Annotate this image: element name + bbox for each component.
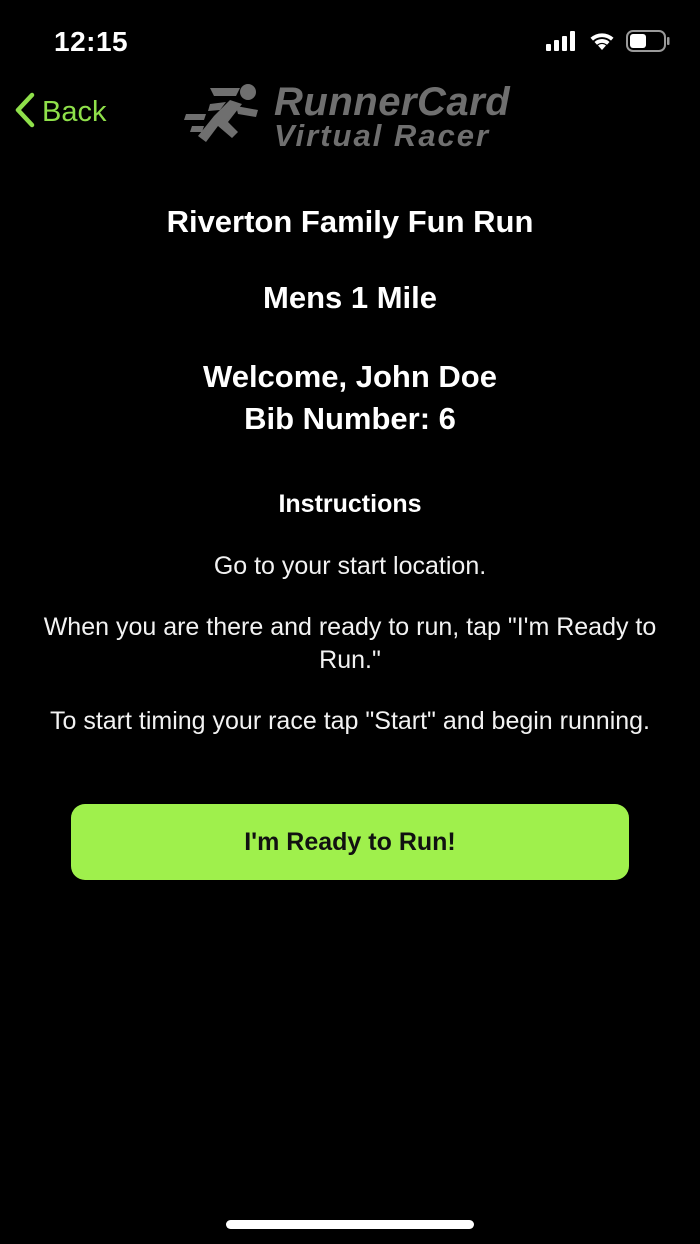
runner-welcome: Welcome, John Doe Bib Number: 6 [0,356,700,440]
back-button[interactable]: Back [14,92,106,133]
runner-icon [180,80,272,155]
ready-to-run-button[interactable]: I'm Ready to Run! [71,804,629,880]
event-title: Riverton Family Fun Run [166,204,534,239]
status-bar: 12:15 [0,0,700,80]
chevron-left-icon [14,92,36,133]
race-name: Mens 1 Mile [263,280,437,315]
status-time: 12:15 [54,26,129,57]
instruction-item: To start timing your race tap "Start" an… [49,707,650,735]
logo-subtitle: Virtual Racer [274,118,491,153]
instruction-item: When you are there and ready to run, tap… [43,613,657,674]
home-indicator[interactable] [226,1220,474,1229]
battery-icon [626,30,670,57]
status-icons [546,30,670,57]
nav-bar: Back RunnerCard Virtual Racer [0,80,700,155]
app-logo: RunnerCard Virtual Racer [180,80,520,155]
cellular-signal-icon [546,31,578,56]
welcome-text: Welcome, John Doe [203,359,497,394]
back-label: Back [42,96,107,128]
wifi-icon [588,31,616,56]
bib-number: Bib Number: 6 [244,401,456,436]
instruction-item: Go to your start location. [213,552,487,580]
instructions-heading: Instructions [278,490,422,518]
